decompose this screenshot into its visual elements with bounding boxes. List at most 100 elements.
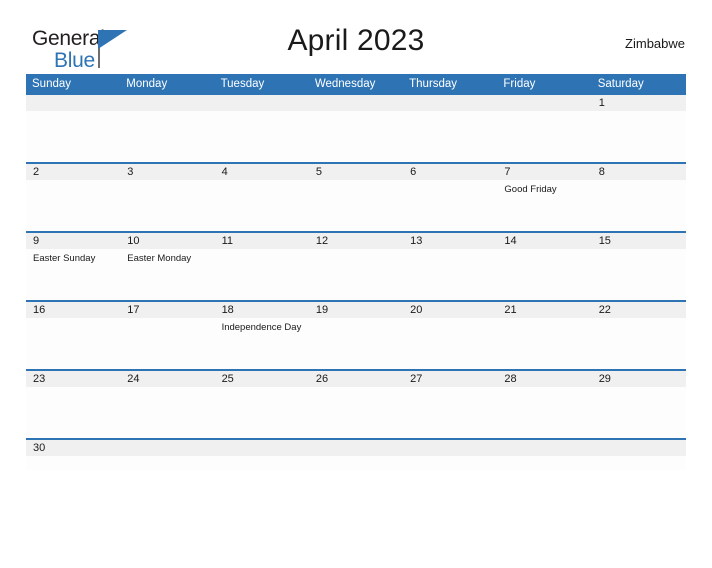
week-date-band: 30 (26, 440, 686, 456)
week-event-band: Good Friday (26, 180, 686, 231)
day-number[interactable]: 7 (497, 166, 591, 178)
day-event[interactable] (403, 387, 497, 438)
day-event[interactable] (120, 456, 214, 470)
day-event[interactable] (215, 111, 309, 162)
week-event-band (26, 387, 686, 438)
week-date-band: 9 10 11 12 13 14 15 (26, 233, 686, 249)
day-event[interactable] (215, 387, 309, 438)
day-number[interactable]: 11 (215, 235, 309, 247)
day-event[interactable] (403, 318, 497, 369)
day-number[interactable]: 3 (120, 166, 214, 178)
day-number[interactable]: 5 (309, 166, 403, 178)
day-event[interactable] (309, 180, 403, 231)
day-event[interactable] (592, 456, 686, 470)
day-number[interactable]: 27 (403, 373, 497, 385)
day-number[interactable]: 16 (26, 304, 120, 316)
day-event[interactable] (497, 387, 591, 438)
page-title: April 2023 (287, 24, 425, 57)
day-event[interactable] (403, 456, 497, 470)
day-event[interactable] (120, 387, 214, 438)
day-event[interactable] (215, 249, 309, 300)
week-row: 1 (26, 93, 686, 162)
day-event[interactable] (592, 318, 686, 369)
day-event[interactable] (592, 111, 686, 162)
day-event[interactable] (592, 180, 686, 231)
day-event[interactable] (26, 456, 120, 470)
day-event[interactable] (215, 456, 309, 470)
day-number[interactable]: 10 (120, 235, 214, 247)
day-number[interactable]: 17 (120, 304, 214, 316)
weekday-header-friday: Friday (503, 77, 536, 90)
day-number[interactable]: 22 (592, 304, 686, 316)
day-event[interactable] (592, 249, 686, 300)
day-event[interactable] (403, 249, 497, 300)
day-number[interactable]: 8 (592, 166, 686, 178)
week-row: 23 24 25 26 27 28 29 (26, 369, 686, 438)
day-event[interactable] (26, 111, 120, 162)
day-event[interactable] (309, 249, 403, 300)
week-event-band (26, 456, 686, 470)
day-event[interactable] (497, 111, 591, 162)
day-number[interactable]: 14 (497, 235, 591, 247)
day-number[interactable]: 19 (309, 304, 403, 316)
day-event[interactable] (26, 180, 120, 231)
week-date-band: 16 17 18 19 20 21 22 (26, 302, 686, 318)
day-number[interactable]: 4 (215, 166, 309, 178)
day-event[interactable] (403, 180, 497, 231)
day-event[interactable] (309, 387, 403, 438)
week-date-band: 1 (26, 95, 686, 111)
calendar-grid: Sunday Monday Tuesday Wednesday Thursday… (26, 74, 686, 470)
day-event[interactable] (497, 456, 591, 470)
day-event[interactable] (26, 318, 120, 369)
weekday-header-sunday: Sunday (32, 77, 72, 90)
week-event-band: Independence Day (26, 318, 686, 369)
day-event[interactable] (403, 111, 497, 162)
day-event[interactable] (120, 180, 214, 231)
week-event-band: Easter Sunday Easter Monday (26, 249, 686, 300)
day-number[interactable]: 12 (309, 235, 403, 247)
day-number[interactable]: 6 (403, 166, 497, 178)
day-number[interactable]: 13 (403, 235, 497, 247)
day-event[interactable] (309, 111, 403, 162)
day-number[interactable]: 21 (497, 304, 591, 316)
day-number[interactable]: 26 (309, 373, 403, 385)
week-row: 16 17 18 19 20 21 22 Independence Day (26, 300, 686, 369)
day-event[interactable] (309, 318, 403, 369)
weekday-header-saturday: Saturday (597, 77, 644, 90)
day-number[interactable]: 1 (592, 97, 686, 109)
week-date-band: 2 3 4 5 6 7 8 (26, 164, 686, 180)
day-event[interactable] (26, 387, 120, 438)
day-event[interactable] (592, 387, 686, 438)
week-event-band (26, 111, 686, 162)
day-number[interactable]: 20 (403, 304, 497, 316)
page-header: General Blue April 2023 Zimbabwe (26, 18, 686, 74)
day-event[interactable] (497, 249, 591, 300)
day-event[interactable] (120, 111, 214, 162)
day-number[interactable]: 28 (497, 373, 591, 385)
week-row: 9 10 11 12 13 14 15 Easter Sunday Easter… (26, 231, 686, 300)
day-event[interactable] (497, 318, 591, 369)
weekday-header-monday: Monday (126, 77, 168, 90)
day-number[interactable]: 29 (592, 373, 686, 385)
day-event[interactable]: Good Friday (497, 180, 591, 231)
day-event[interactable]: Easter Monday (120, 249, 214, 300)
day-number[interactable]: 9 (26, 235, 120, 247)
day-event[interactable]: Easter Sunday (26, 249, 120, 300)
weekday-header-tuesday: Tuesday (220, 77, 265, 90)
day-number[interactable]: 15 (592, 235, 686, 247)
weekday-header-wednesday: Wednesday (314, 77, 376, 90)
day-number[interactable]: 23 (26, 373, 120, 385)
day-number[interactable]: 24 (120, 373, 214, 385)
week-row: 30 (26, 438, 686, 470)
day-number[interactable]: 2 (26, 166, 120, 178)
day-event[interactable]: Independence Day (215, 318, 309, 369)
region-label: Zimbabwe (625, 36, 685, 51)
day-event[interactable] (120, 318, 214, 369)
day-number[interactable]: 18 (215, 304, 309, 316)
day-number[interactable]: 30 (26, 442, 120, 454)
day-event[interactable] (309, 456, 403, 470)
day-event[interactable] (215, 180, 309, 231)
day-number[interactable]: 25 (215, 373, 309, 385)
weekday-header-row: Sunday Monday Tuesday Wednesday Thursday… (26, 74, 686, 93)
weekday-header-thursday: Thursday (409, 77, 458, 90)
